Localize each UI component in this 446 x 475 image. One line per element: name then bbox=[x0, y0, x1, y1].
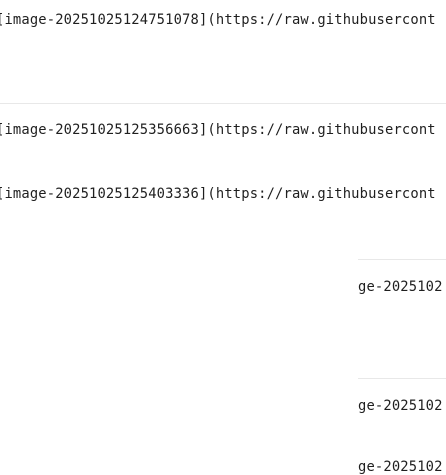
divider bbox=[0, 103, 446, 104]
truncated-image-name[interactable]: ge-2025102 bbox=[358, 398, 443, 414]
markdown-image-link-line[interactable]: [image-20251025125356663](https://raw.gi… bbox=[0, 122, 436, 138]
markdown-image-link-line[interactable]: [image-20251025124751078](https://raw.gi… bbox=[0, 12, 436, 28]
truncated-image-name[interactable]: ge-2025102 bbox=[358, 459, 443, 475]
divider bbox=[358, 259, 446, 260]
markdown-image-link-line[interactable]: [image-20251025125403336](https://raw.gi… bbox=[0, 186, 436, 202]
divider bbox=[358, 378, 446, 379]
truncated-image-name[interactable]: ge-2025102 bbox=[358, 279, 443, 295]
